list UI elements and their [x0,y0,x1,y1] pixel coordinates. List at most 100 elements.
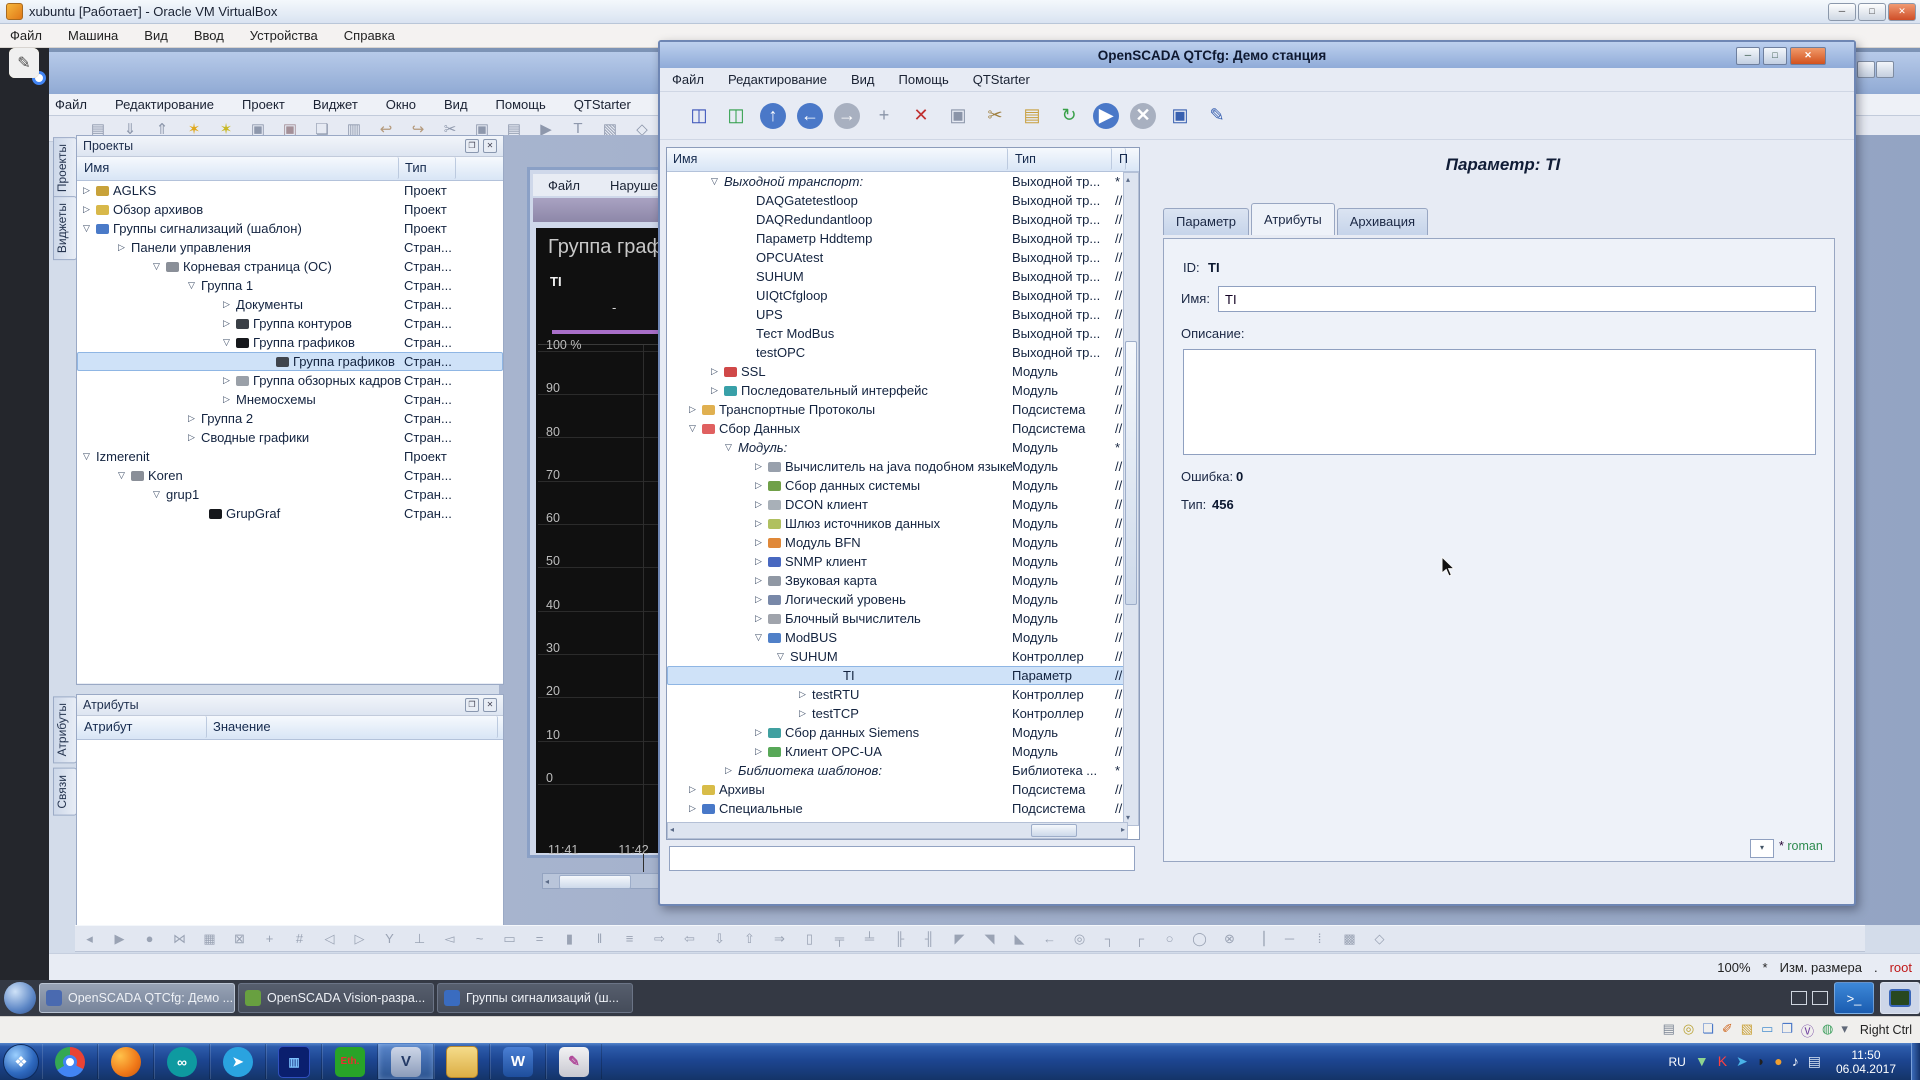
UPS[interactable]: UPS Выходной тр... // [667,305,1139,324]
qtcfg-maximize-button[interactable]: □ [1763,47,1787,65]
align-toolbar-icon[interactable]: ╢ [919,929,940,949]
expander-icon[interactable] [711,385,724,396]
vision-menu-item[interactable]: Виджет [313,97,358,112]
align-toolbar-icon[interactable]: ▦ [199,929,220,949]
usb-safely-remove-icon[interactable]: ▼ [1695,1053,1709,1070]
word-icon[interactable]: W [490,1044,546,1079]
expander-icon[interactable] [777,651,790,662]
expander-icon[interactable] [188,280,201,291]
item-delete-icon[interactable]: ✕ [908,103,934,129]
item-copy-icon[interactable]: ▣ [945,103,971,129]
user-label[interactable]: root [1890,960,1912,975]
align-toolbar-icon[interactable]: ⇨ [649,929,670,949]
Сбор Данных[interactable]: Сбор Данных Подсистема // [667,419,1139,438]
tree-hscrollbar[interactable]: ◂ ▸ [667,822,1128,839]
testTCP[interactable]: testTCP Контроллер // [667,704,1139,723]
vision-menu-item[interactable]: QTStarter [574,97,631,112]
expander-icon[interactable] [755,727,768,738]
Звуковая карта[interactable]: Звуковая карта Модуль // [667,571,1139,590]
vbox-menu-item[interactable]: Справка [344,28,395,43]
Логический уровень[interactable]: Логический уровень Модуль // [667,590,1139,609]
stop-icon[interactable]: ✕ [1130,103,1156,129]
expander-icon[interactable] [689,784,702,795]
panel-float-button[interactable]: ❐ [465,698,479,712]
align-toolbar-icon[interactable]: ◣ [1009,929,1030,949]
align-toolbar-icon[interactable]: ◁ [319,929,340,949]
Специальные[interactable]: Специальные Подсистема // [667,799,1139,818]
Последовательный интерфейс[interactable]: Последовательный интерфейс Модуль // [667,381,1139,400]
vbox-close-button[interactable]: ✕ [1888,3,1916,21]
align-toolbar-icon[interactable]: ⁞ [1309,929,1330,949]
Koren[interactable]: Koren Стран... [77,466,503,485]
expander-icon[interactable] [118,242,131,253]
expander-icon[interactable] [223,337,236,348]
column-type[interactable]: Тип [400,157,456,179]
expander-icon[interactable] [755,537,768,548]
Модуль:[interactable]: Модуль: Модуль * [667,438,1139,457]
explorer-folder-icon[interactable] [434,1044,490,1079]
vision-menu-item[interactable]: Вид [444,97,468,112]
start-periodic-icon[interactable]: ▶ [1093,103,1119,129]
align-toolbar-icon[interactable]: ▭ [499,929,520,949]
Панели управления[interactable]: Панели управления Стран... [77,238,503,257]
align-toolbar-icon[interactable]: ╧ [859,929,880,949]
terminal-launcher[interactable]: >_ [1834,982,1874,1014]
expander-icon[interactable] [711,366,724,377]
DCON клиент[interactable]: DCON клиент Модуль // [667,495,1139,514]
windows-clock[interactable]: 11:50 06.04.2017 [1836,1048,1896,1076]
expander-icon[interactable] [755,575,768,586]
align-toolbar-icon[interactable]: Y [379,929,400,949]
network-icon[interactable]: ◍ [1822,1021,1833,1040]
SNMP клиент[interactable]: SNMP клиент Модуль // [667,552,1139,571]
align-toolbar-icon[interactable]: ▶ [109,929,130,949]
expander-icon[interactable] [153,261,166,272]
panel-close-button[interactable]: ✕ [483,139,497,153]
vision-menu-item[interactable]: Файл [55,97,87,112]
align-toolbar-icon[interactable]: ▩ [1339,929,1360,949]
align-toolbar-icon[interactable]: ◯ [1189,929,1210,949]
expander-icon[interactable] [755,556,768,567]
Группа 1[interactable]: Группа 1 Стран... [77,276,503,295]
SUHUM[interactable]: SUHUM Контроллер // [667,647,1139,666]
expander-icon[interactable] [118,470,131,481]
Корневая страница (ОС)[interactable]: Корневая страница (ОС) Стран... [77,257,503,276]
paste-icon[interactable]: ▤ [1019,103,1045,129]
qtcfg-minimize-button[interactable]: ─ [1736,47,1760,65]
align-toolbar-icon[interactable]: ▮ [559,929,580,949]
start-button[interactable]: ❖ [3,1044,39,1080]
expander-icon[interactable] [689,404,702,415]
runtime-menu-item[interactable]: Файл [548,178,580,193]
OPCUAtest[interactable]: OPCUAtest Выходной тр... // [667,248,1139,267]
expander-icon[interactable] [725,442,738,453]
expander-icon[interactable] [755,499,768,510]
paint-icon[interactable]: ✎ [546,1044,602,1079]
SSL[interactable]: SSL Модуль // [667,362,1139,381]
align-toolbar-icon[interactable]: ⊗ [1219,929,1240,949]
taskbar-button-signal-groups[interactable]: Группы сигнализаций (ш... [437,983,633,1013]
tab-links[interactable]: Связи [53,768,77,816]
vision-runtime-icon[interactable]: ✎ [1204,103,1230,129]
Блочный вычислитель[interactable]: Блочный вычислитель Модуль // [667,609,1139,628]
align-toolbar-icon[interactable]: ◇ [1369,929,1390,949]
DAQGatetestloop[interactable]: DAQGatetestloop Выходной тр... // [667,191,1139,210]
align-toolbar-icon[interactable]: ⇩ [709,929,730,949]
expander-icon[interactable] [799,708,812,719]
align-toolbar-icon[interactable]: ─ [1279,929,1300,949]
vision-close-button[interactable] [1876,61,1894,78]
workspace-switcher[interactable] [1791,991,1828,1005]
racks-icon[interactable]: ▥ [266,1044,322,1079]
vbox-menu-item[interactable]: Машина [68,28,118,43]
expander-icon[interactable] [755,461,768,472]
vbox-menu-item[interactable]: Вид [144,28,168,43]
expander-icon[interactable] [755,613,768,624]
vbox-minimize-button[interactable]: ─ [1828,3,1856,21]
description-input[interactable] [1183,349,1816,455]
expander-icon[interactable] [153,489,166,500]
bird-tray-icon[interactable]: ◗ [1757,1053,1765,1070]
align-toolbar-icon[interactable]: # [289,929,310,949]
name-input[interactable] [1218,286,1816,312]
Группа 2[interactable]: Группа 2 Стран... [77,409,503,428]
tab-parameter[interactable]: Параметр [1163,208,1249,235]
align-toolbar-icon[interactable]: ▯ [799,929,820,949]
language-indicator[interactable]: RU [1668,1055,1685,1069]
